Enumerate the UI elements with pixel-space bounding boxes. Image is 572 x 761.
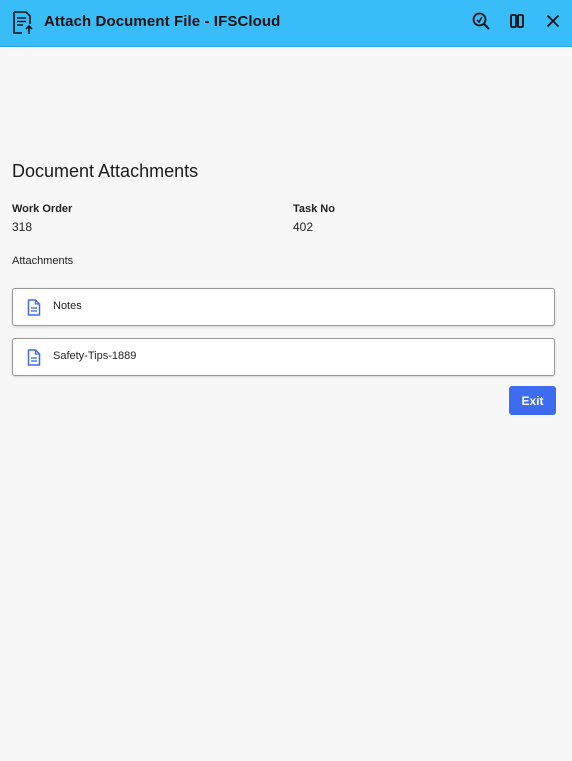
attachments-label: Attachments [12, 255, 74, 267]
split-view-button[interactable] [506, 12, 528, 34]
close-icon [545, 13, 561, 34]
window-title: Attach Document File - IFSCloud [44, 13, 281, 30]
work-order-label: Work Order [12, 203, 73, 215]
split-view-icon [508, 12, 526, 35]
work-order-value: 318 [12, 220, 33, 234]
attachment-item-notes[interactable]: Notes [12, 288, 555, 326]
task-no-value: 402 [293, 220, 314, 234]
exit-button[interactable]: Exit [509, 386, 556, 415]
zoom-search-button[interactable] [470, 12, 492, 34]
title-bar: Attach Document File - IFSCloud [0, 0, 572, 47]
attachment-name: Notes [53, 300, 82, 312]
page-title: Document Attachments [12, 161, 199, 181]
zoom-search-icon [471, 11, 491, 36]
document-icon [27, 349, 41, 366]
document-icon [27, 299, 41, 316]
attachment-name: Safety-Tips-1889 [53, 350, 137, 362]
document-upload-icon [11, 10, 35, 36]
task-no-label: Task No [293, 203, 335, 215]
attachment-item-safety-tips[interactable]: Safety-Tips-1889 [12, 338, 555, 376]
close-button[interactable] [542, 12, 564, 34]
